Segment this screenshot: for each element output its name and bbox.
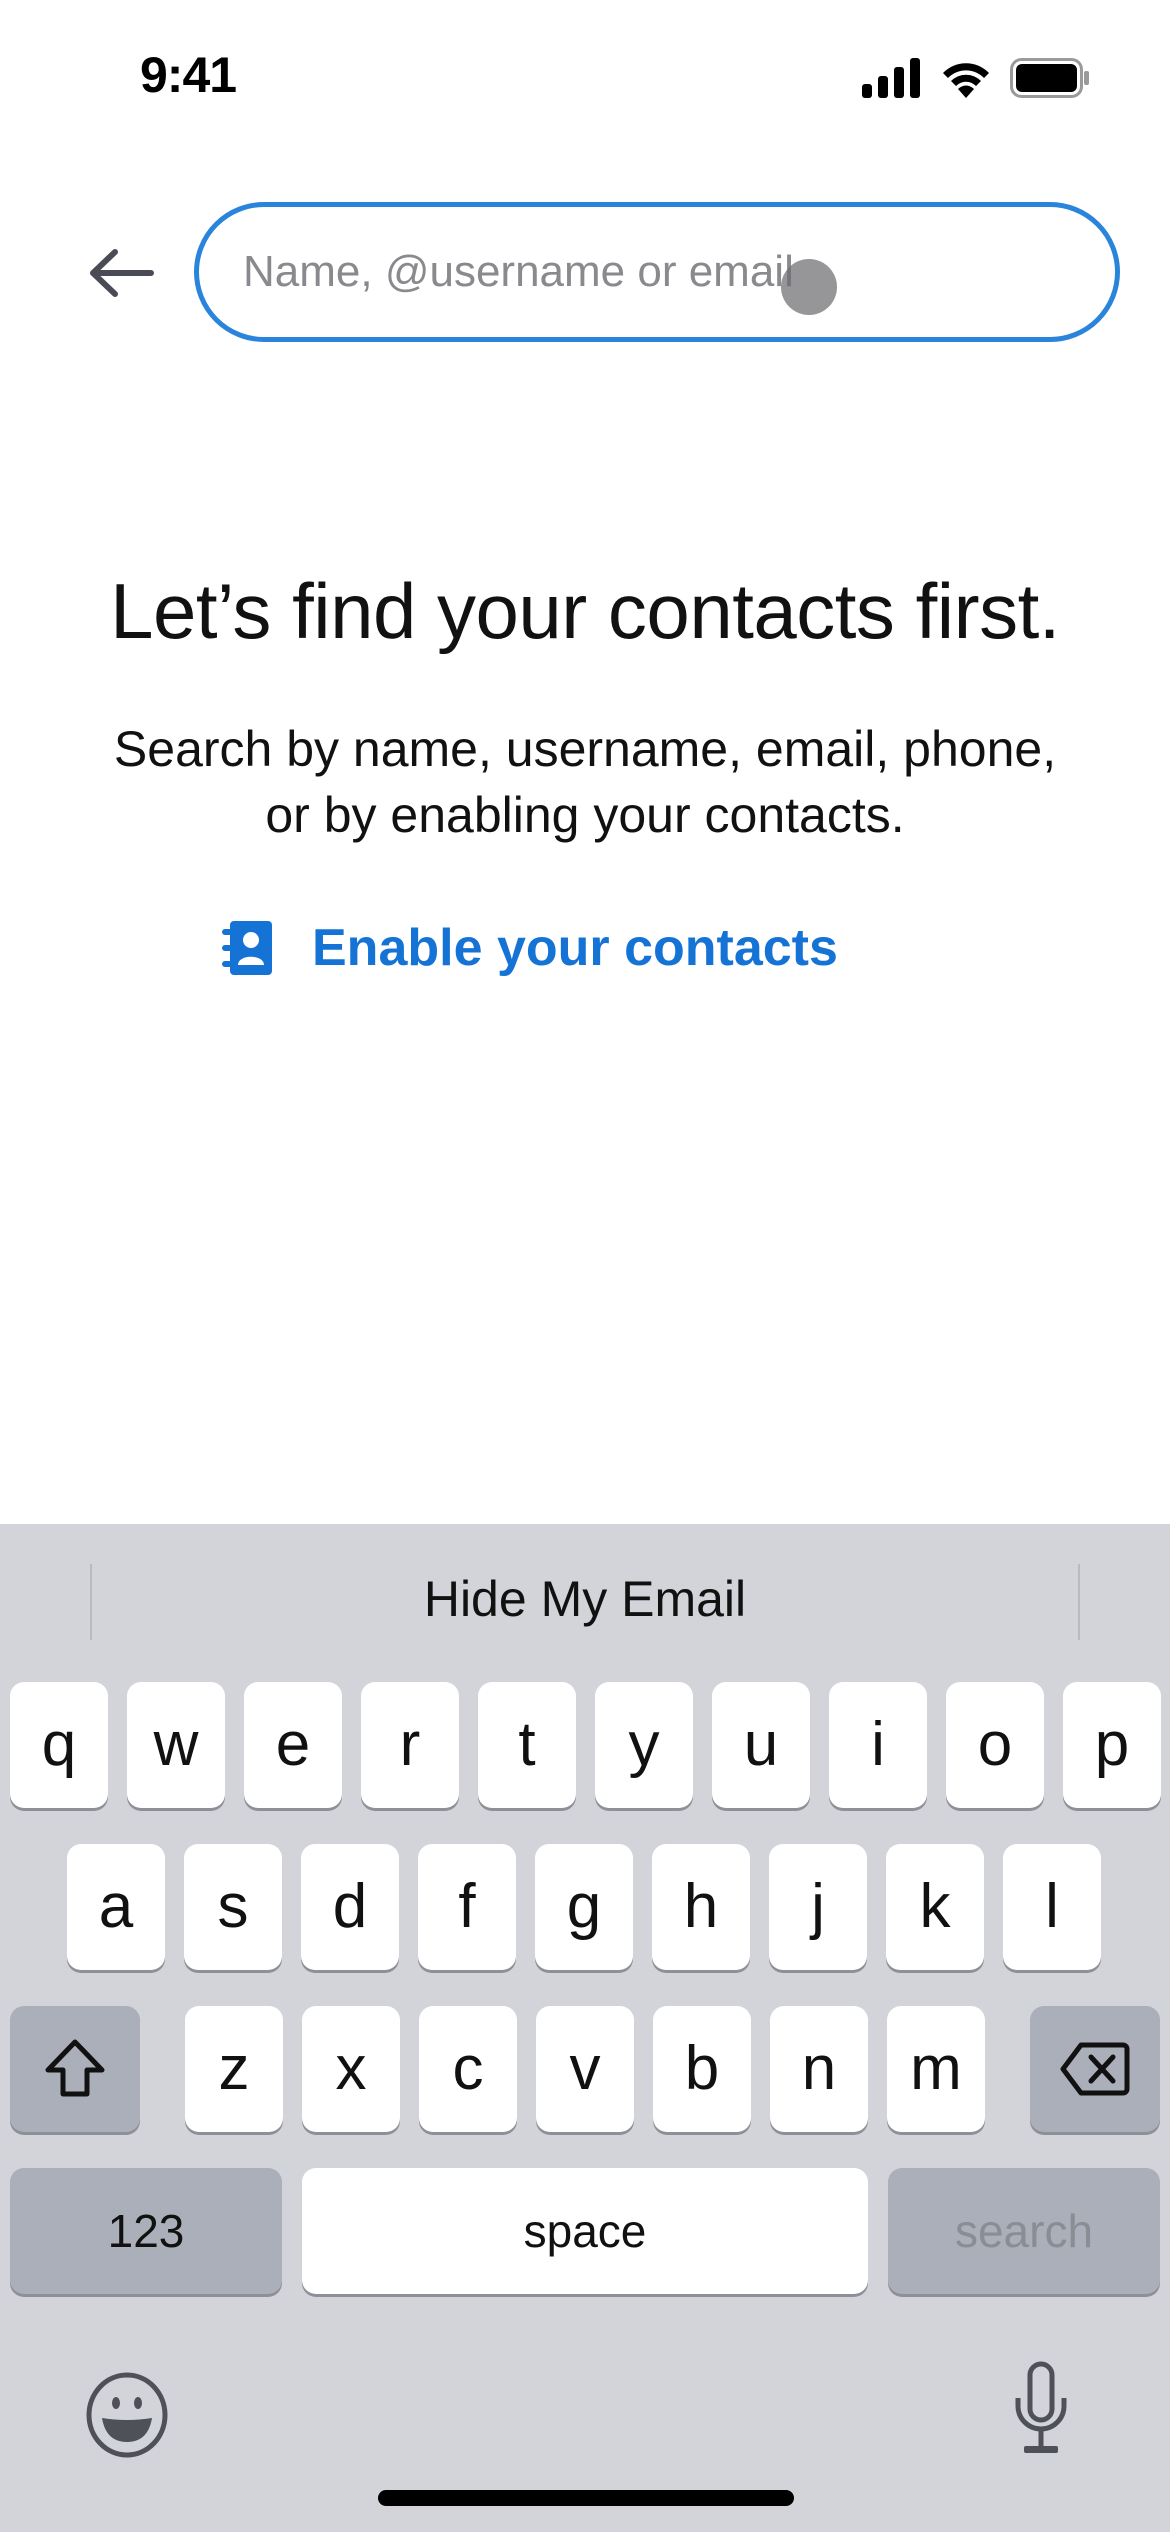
- key-label: i: [871, 1710, 885, 1779]
- cellular-signal-icon: [862, 58, 920, 98]
- shift-key[interactable]: [10, 2006, 140, 2132]
- search-key[interactable]: search: [888, 2168, 1160, 2294]
- key-l[interactable]: l: [1003, 1844, 1101, 1970]
- key-m[interactable]: m: [887, 2006, 985, 2132]
- key-label: m: [910, 2034, 962, 2103]
- key-label: q: [41, 1710, 77, 1779]
- key-d[interactable]: d: [301, 1844, 399, 1970]
- key-i[interactable]: i: [829, 1682, 927, 1808]
- key-label: h: [683, 1872, 719, 1941]
- key-t[interactable]: t: [478, 1682, 576, 1808]
- search-key-label: search: [954, 2205, 1094, 2257]
- page-description: Search by name, username, email, phone, …: [0, 716, 1170, 848]
- microphone-icon: [1015, 2361, 1067, 2453]
- key-v[interactable]: v: [536, 2006, 634, 2132]
- back-button[interactable]: [82, 238, 162, 308]
- suggestion-hide-my-email[interactable]: Hide My Email: [0, 1524, 1170, 1674]
- key-label: d: [332, 1872, 368, 1941]
- enable-contacts-button[interactable]: Enable your contacts: [222, 910, 838, 986]
- description-line-2: or by enabling your contacts.: [265, 787, 905, 843]
- key-label: b: [684, 2034, 720, 2103]
- space-key[interactable]: space: [302, 2168, 868, 2294]
- key-x[interactable]: x: [302, 2006, 400, 2132]
- key-label: l: [1045, 1872, 1059, 1941]
- wifi-icon: [943, 63, 989, 98]
- delete-key[interactable]: [1030, 2006, 1160, 2132]
- key-j[interactable]: j: [769, 1844, 867, 1970]
- key-label: v: [569, 2034, 601, 2103]
- key-e[interactable]: e: [244, 1682, 342, 1808]
- arrow-left-icon: [90, 249, 154, 297]
- home-indicator: [378, 2490, 794, 2506]
- key-label: y: [628, 1710, 660, 1779]
- key-o[interactable]: o: [946, 1682, 1044, 1808]
- key-label: e: [275, 1710, 311, 1779]
- key-label: u: [743, 1710, 779, 1779]
- microphone-button[interactable]: [1006, 2360, 1076, 2460]
- key-label: o: [977, 1710, 1013, 1779]
- numbers-key-label: 123: [107, 2205, 185, 2257]
- key-g[interactable]: g: [535, 1844, 633, 1970]
- key-b[interactable]: b: [653, 2006, 751, 2132]
- key-label: k: [919, 1872, 951, 1941]
- key-y[interactable]: y: [595, 1682, 693, 1808]
- description-line-1: Search by name, username, email, phone,: [113, 721, 1057, 777]
- shift-icon: [45, 2039, 105, 2097]
- status-bar: 9:41: [0, 0, 1170, 150]
- space-key-label: space: [523, 2205, 647, 2257]
- key-p[interactable]: p: [1063, 1682, 1161, 1808]
- contacts-book-icon: [222, 921, 272, 975]
- emoji-icon: [86, 2372, 168, 2458]
- key-label: s: [217, 1872, 249, 1941]
- key-u[interactable]: u: [712, 1682, 810, 1808]
- key-label: r: [399, 1710, 421, 1779]
- key-label: n: [801, 2034, 837, 2103]
- keyboard-suggestion-bar: Hide My Email: [0, 1524, 1170, 1674]
- key-label: w: [153, 1710, 199, 1779]
- key-label: f: [458, 1872, 476, 1941]
- key-label: j: [811, 1872, 825, 1941]
- key-n[interactable]: n: [770, 2006, 868, 2132]
- status-icons: [862, 58, 1090, 98]
- key-label: a: [98, 1872, 134, 1941]
- key-label: p: [1094, 1710, 1130, 1779]
- key-z[interactable]: z: [185, 2006, 283, 2132]
- key-label: x: [335, 2034, 367, 2103]
- key-label: z: [218, 2034, 250, 2103]
- touch-indicator: [781, 259, 837, 315]
- status-time: 9:41: [140, 47, 237, 103]
- key-label: g: [566, 1872, 602, 1941]
- key-s[interactable]: s: [184, 1844, 282, 1970]
- page-title: Let’s find your contacts first.: [110, 567, 1060, 655]
- key-label: c: [452, 2034, 484, 2103]
- battery-icon: [1010, 58, 1089, 98]
- search-input[interactable]: [243, 207, 1063, 337]
- key-label: t: [518, 1710, 536, 1779]
- key-c[interactable]: c: [419, 2006, 517, 2132]
- key-r[interactable]: r: [361, 1682, 459, 1808]
- key-h[interactable]: h: [652, 1844, 750, 1970]
- key-a[interactable]: a: [67, 1844, 165, 1970]
- key-q[interactable]: q: [10, 1682, 108, 1808]
- key-w[interactable]: w: [127, 1682, 225, 1808]
- delete-backspace-icon: [1060, 2042, 1130, 2096]
- key-k[interactable]: k: [886, 1844, 984, 1970]
- emoji-button[interactable]: [82, 2370, 172, 2460]
- numbers-key[interactable]: 123: [10, 2168, 282, 2294]
- key-f[interactable]: f: [418, 1844, 516, 1970]
- enable-contacts-label: Enable your contacts: [312, 919, 838, 977]
- search-field[interactable]: [194, 202, 1120, 342]
